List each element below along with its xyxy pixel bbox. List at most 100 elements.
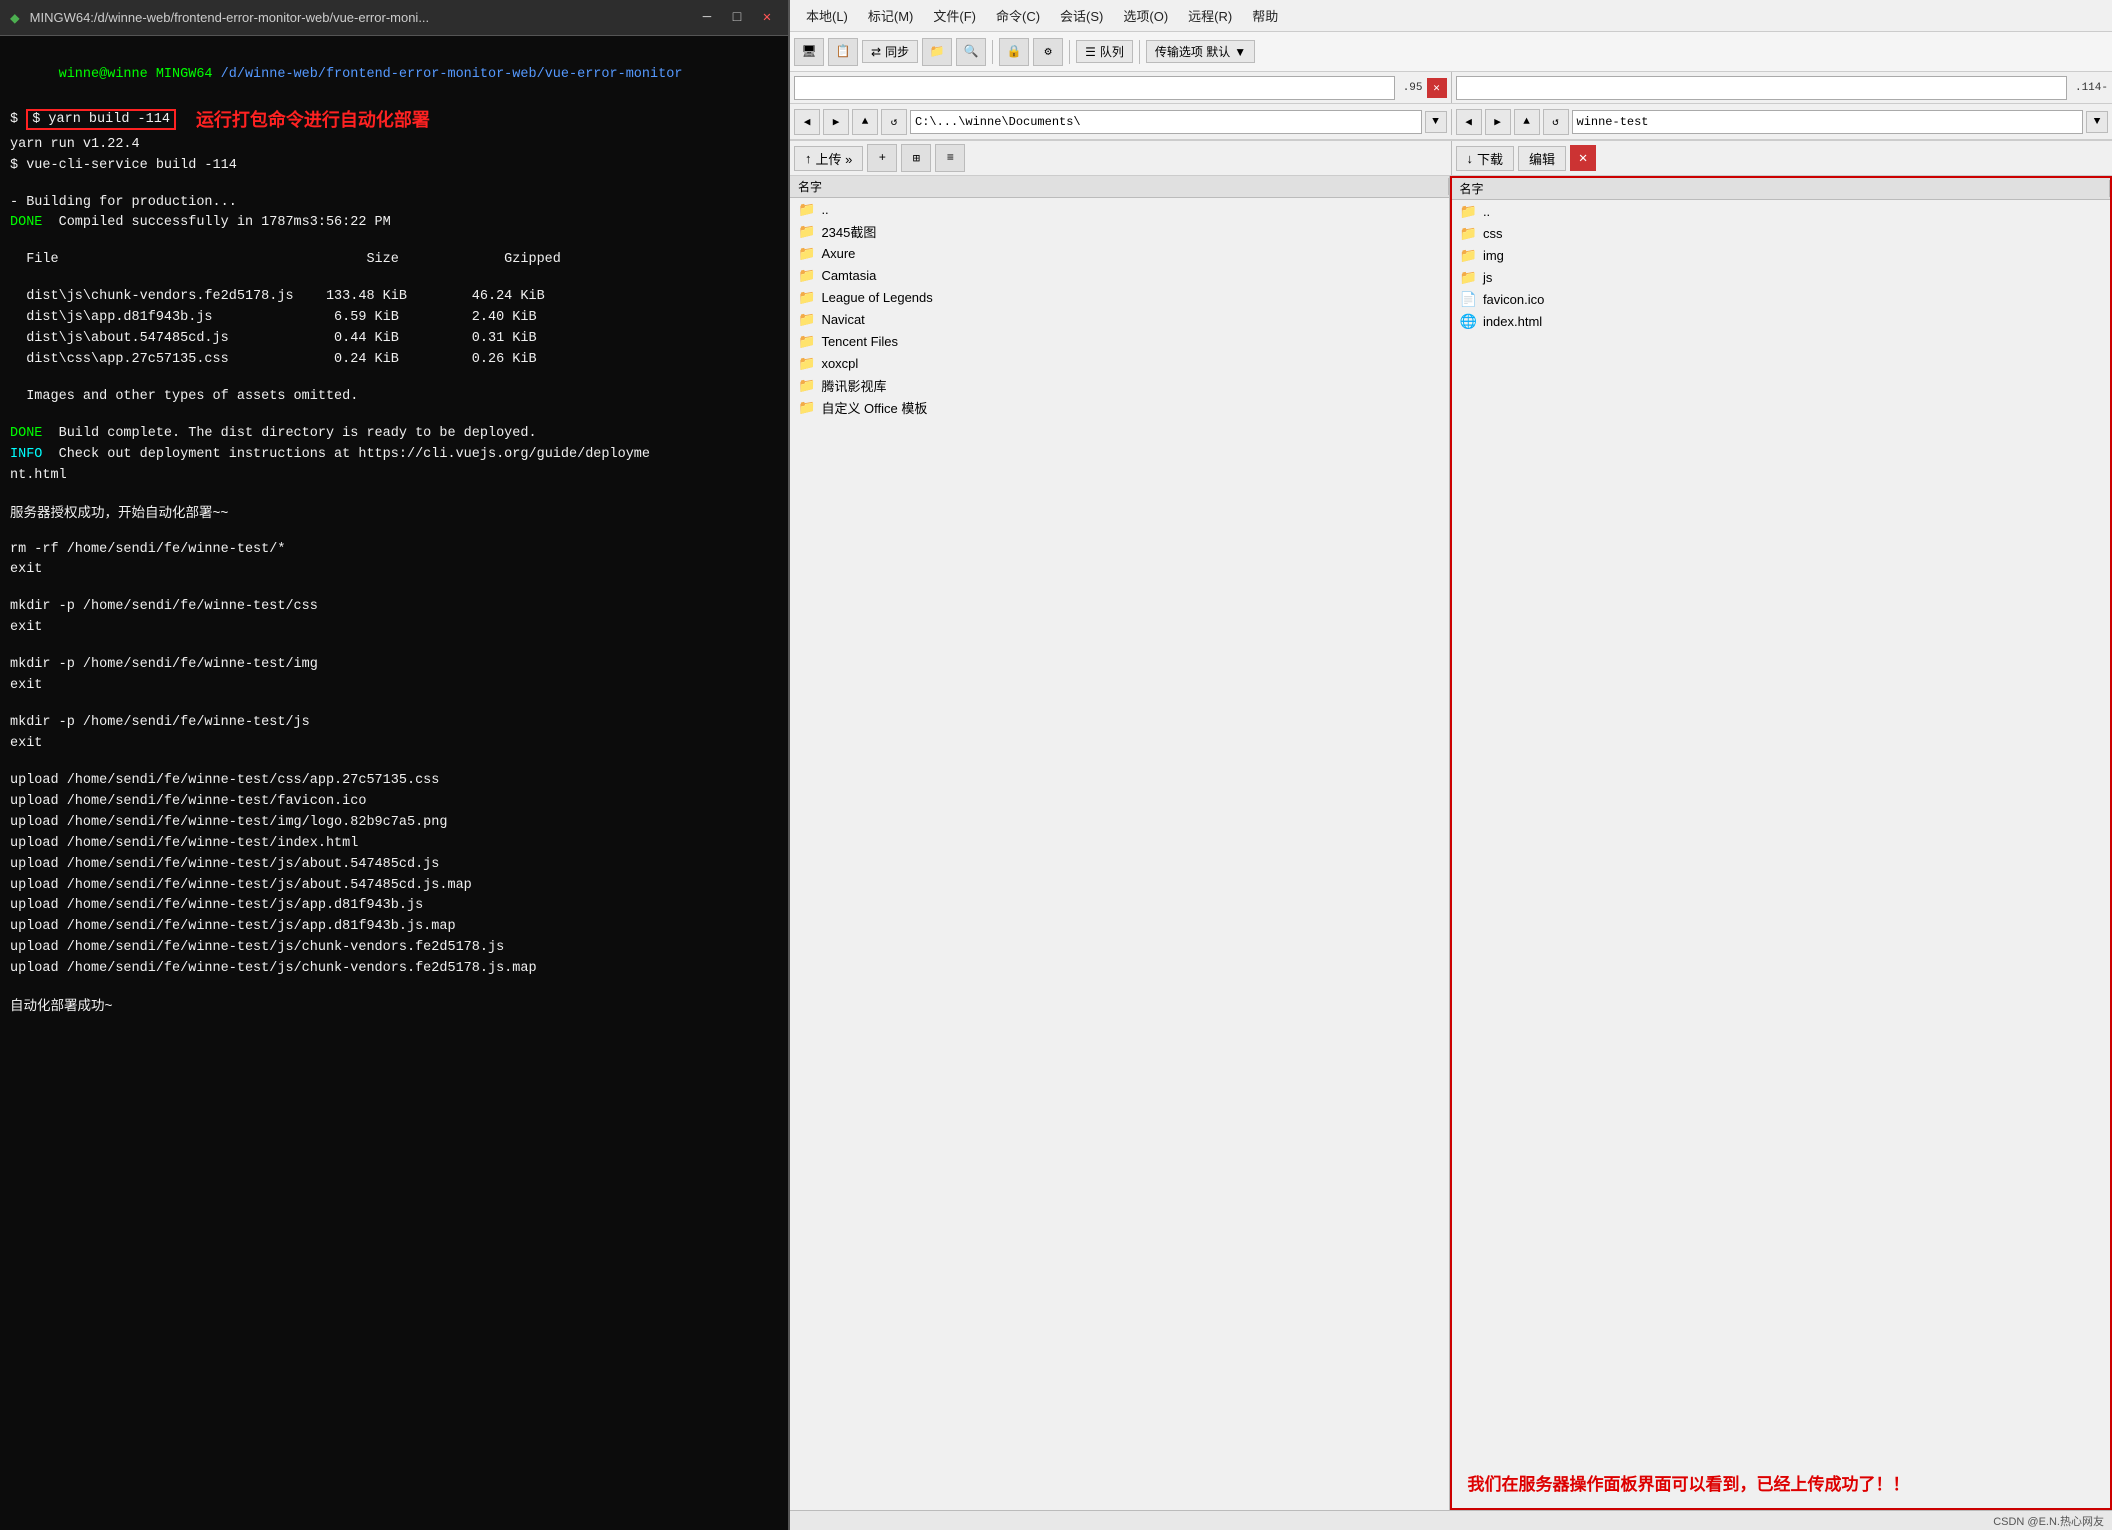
terminal-upload-css: upload /home/sendi/fe/winne-test/css/app… — [10, 771, 778, 792]
terminal-upload-about-js: upload /home/sendi/fe/winne-test/js/abou… — [10, 855, 778, 876]
file-name: xoxcpl — [821, 356, 858, 371]
download-icon: ↓ — [1467, 151, 1474, 166]
toolbar-btn-4[interactable]: 🔍 — [956, 38, 986, 66]
transfer-button[interactable]: 传输选项 默认 ▼ — [1146, 40, 1255, 63]
col-name-right: 名字 — [1452, 180, 2111, 197]
nav-up-right[interactable]: ▲ — [1514, 109, 1540, 135]
nav-forward-right[interactable]: ▶ — [1485, 109, 1511, 135]
terminal-titlebar: ◆ MINGW64:/d/winne-web/frontend-error-mo… — [0, 0, 788, 36]
winne-test-label: winne-test — [1577, 115, 1649, 129]
address-close-left[interactable]: ✕ — [1427, 78, 1447, 98]
ftp-menu-mark[interactable]: 标记(M) — [860, 4, 922, 27]
ftp-menu-file[interactable]: 文件(F) — [925, 4, 984, 27]
terminal-exit-3: exit — [10, 676, 778, 697]
terminal-close-button[interactable]: ✕ — [756, 7, 778, 29]
ftp-status-bar: CSDN @E.N.热心网友 — [790, 1510, 2112, 1530]
edit-button[interactable]: 编辑 — [1518, 146, 1566, 171]
ftp-address-right: .114- — [1452, 72, 2112, 103]
terminal-line-7: dist\js\app.d81f943b.js 6.59 KiB 2.40 Ki… — [10, 308, 778, 329]
folder-icon: 📁 — [1460, 225, 1477, 242]
filter-btn-left[interactable]: ▼ — [1425, 111, 1447, 133]
ftp-menu-remote[interactable]: 远程(R) — [1180, 4, 1240, 27]
terminal-line-1: yarn run v1.22.4 — [10, 135, 778, 156]
queue-button[interactable]: ☰ 队列 — [1076, 40, 1133, 63]
terminal-upload-about-map: upload /home/sendi/fe/winne-test/js/abou… — [10, 876, 778, 897]
path-combo-left[interactable]: C:\...\winne\Documents\ — [910, 110, 1422, 134]
list-item[interactable]: 📁 腾讯影视库 — [790, 374, 1449, 396]
path-combo-right[interactable]: winne-test — [1572, 110, 2084, 134]
terminal-minimize-button[interactable]: ─ — [696, 7, 718, 29]
nav-refresh-left[interactable]: ↺ — [881, 109, 907, 135]
sort-btn-left[interactable]: ≡ — [935, 144, 965, 172]
toolbar-btn-6[interactable]: ⚙ — [1033, 38, 1063, 66]
ftp-address-left: .95 ✕ — [790, 72, 1452, 103]
file-name: .. — [1483, 204, 1490, 219]
address-input-right[interactable] — [1456, 76, 2067, 100]
ftp-col-header-right: 名字 — [1452, 178, 2111, 200]
sync-button[interactable]: ⇄ 同步 — [862, 40, 918, 63]
ftp-menu-help[interactable]: 帮助 — [1244, 4, 1286, 27]
list-item[interactable]: 🌐 index.html — [1452, 310, 2111, 332]
add-folder-btn-left[interactable]: + — [867, 144, 897, 172]
list-item[interactable]: 📁 Camtasia — [790, 264, 1449, 286]
terminal-upload-vendors-js: upload /home/sendi/fe/winne-test/js/chun… — [10, 938, 778, 959]
nav-forward-left[interactable]: ▶ — [823, 109, 849, 135]
status-text: CSDN @E.N.热心网友 — [1993, 1513, 2104, 1529]
view-btn-left[interactable]: ⊞ — [901, 144, 931, 172]
list-item[interactable]: 📄 favicon.ico — [1452, 288, 2111, 310]
download-button[interactable]: ↓ 下载 — [1456, 146, 1515, 171]
filter-btn-right[interactable]: ▼ — [2086, 111, 2108, 133]
file-name: index.html — [1483, 314, 1542, 329]
terminal-line-12: INFO Check out deployment instructions a… — [10, 445, 778, 466]
folder-icon: 📁 — [798, 311, 815, 328]
list-item[interactable]: 📁 xoxcpl — [790, 352, 1449, 374]
ftp-menu-options[interactable]: 选项(O) — [1115, 4, 1176, 27]
list-item[interactable]: 📁 Axure — [790, 242, 1449, 264]
list-item[interactable]: 📁 2345截图 — [790, 220, 1449, 242]
toolbar-btn-5[interactable]: 🔒 — [999, 38, 1029, 66]
sync-icon: ⇄ — [871, 45, 881, 59]
list-item[interactable]: 📁 .. — [1452, 200, 2111, 222]
list-item[interactable]: 📁 .. — [790, 198, 1449, 220]
address-value-right: .114- — [2071, 82, 2112, 94]
terminal-upload-favicon: upload /home/sendi/fe/winne-test/favicon… — [10, 792, 778, 813]
list-item[interactable]: 📁 League of Legends — [790, 286, 1449, 308]
terminal-line-4: DONE Compiled successfully in 1787ms3:56… — [10, 213, 778, 234]
folder-icon: 📁 — [1460, 203, 1477, 220]
terminal-line-9: dist\css\app.27c57135.css 0.24 KiB 0.26 … — [10, 350, 778, 371]
nav-refresh-right[interactable]: ↺ — [1543, 109, 1569, 135]
file-name: Tencent Files — [821, 334, 898, 349]
delete-button[interactable]: ✕ — [1570, 145, 1596, 171]
upload-button[interactable]: ↑ 上传 » — [794, 146, 863, 171]
list-item[interactable]: 📁 Navicat — [790, 308, 1449, 330]
terminal-upload-app-map: upload /home/sendi/fe/winne-test/js/app.… — [10, 917, 778, 938]
ftp-menu-command[interactable]: 命令(C) — [988, 4, 1048, 27]
toolbar-btn-3[interactable]: 📁 — [922, 38, 952, 66]
terminal-content: winne@winne MINGW64 /d/winne-web/fronten… — [0, 36, 788, 1530]
ftp-menu-local[interactable]: 本地(L) — [798, 4, 856, 27]
list-item[interactable]: 📁 自定义 Office 模板 — [790, 396, 1449, 418]
nav-back-right[interactable]: ◀ — [1456, 109, 1482, 135]
ftp-address-row: .95 ✕ .114- — [790, 72, 2112, 104]
ftp-file-left: 名字 📁 .. 📁 2345截图 📁 Axure — [790, 176, 1450, 1510]
list-item[interactable]: 📁 js — [1452, 266, 2111, 288]
list-item[interactable]: 📁 img — [1452, 244, 2111, 266]
terminal-upload-html: upload /home/sendi/fe/winne-test/index.h… — [10, 834, 778, 855]
folder-icon: 📁 — [1460, 247, 1477, 264]
folder-icon: 📁 — [1460, 269, 1477, 286]
list-item[interactable]: 📁 css — [1452, 222, 2111, 244]
terminal-maximize-button[interactable]: □ — [726, 7, 748, 29]
folder-icon: 📁 — [798, 377, 815, 394]
file-icon: 📄 — [1460, 291, 1477, 308]
path-text-left: C:\...\winne\Documents\ — [915, 115, 1081, 129]
file-name: Axure — [821, 246, 855, 261]
toolbar-btn-2[interactable]: 📋 — [828, 38, 858, 66]
toolbar-btn-1[interactable]: 🖥 — [794, 38, 824, 66]
nav-up-left[interactable]: ▲ — [852, 109, 878, 135]
address-input-left[interactable] — [794, 76, 1395, 100]
nav-back-left[interactable]: ◀ — [794, 109, 820, 135]
ftp-menubar: 本地(L) 标记(M) 文件(F) 命令(C) 会话(S) 选项(O) 远程(R… — [790, 0, 2112, 32]
ftp-menu-session[interactable]: 会话(S) — [1052, 4, 1111, 27]
toolbar-sep-2 — [1069, 40, 1070, 64]
list-item[interactable]: 📁 Tencent Files — [790, 330, 1449, 352]
